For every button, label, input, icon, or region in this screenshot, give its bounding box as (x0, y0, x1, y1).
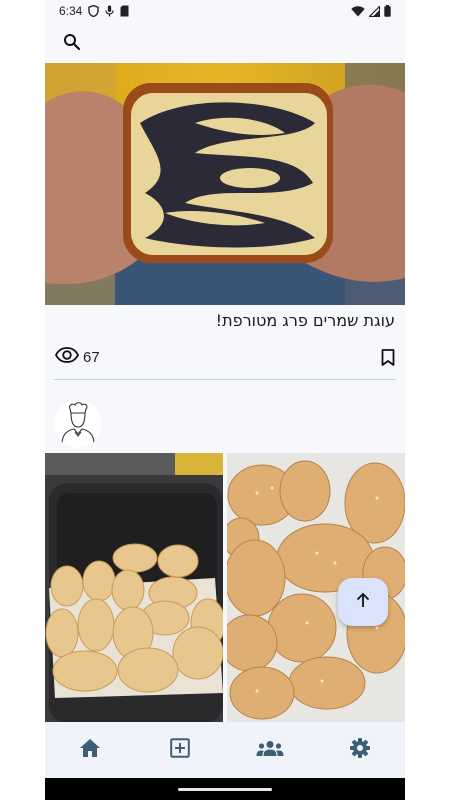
nav-home[interactable] (60, 730, 120, 770)
battery-icon (384, 5, 391, 17)
views-count: 67 (83, 348, 100, 366)
post-title[interactable]: עוגת שמרים פרג מטורפת! (55, 311, 395, 330)
post-photo-airfryer[interactable] (45, 453, 223, 723)
post-image-babka[interactable] (45, 63, 405, 305)
add-box-icon (170, 737, 190, 763)
home-icon (79, 738, 101, 763)
status-left: 6:34 (59, 4, 129, 18)
status-time: 6:34 (59, 4, 83, 18)
search-icon[interactable] (63, 33, 81, 51)
status-bar: 6:34 (45, 0, 405, 22)
post-divider (54, 379, 396, 380)
status-right (351, 5, 391, 17)
shield-icon (88, 5, 100, 17)
chef-avatar-icon[interactable] (54, 400, 102, 448)
mic-icon (105, 5, 114, 17)
wifi-icon (351, 5, 365, 17)
gesture-handle[interactable] (178, 787, 272, 791)
sim-card-icon (120, 5, 129, 17)
arrow-up-icon (355, 592, 371, 613)
nav-add-post[interactable] (150, 730, 210, 770)
settings-icon (350, 737, 370, 763)
gesture-navigation-bar (45, 778, 405, 800)
views-counter: 67 (54, 347, 100, 367)
scroll-to-top-button[interactable] (338, 578, 388, 626)
top-app-bar (45, 22, 405, 62)
bookmark-icon[interactable] (381, 348, 395, 366)
eye-icon (54, 347, 80, 367)
groups-icon (256, 740, 284, 761)
signal-icon (369, 5, 380, 17)
app-screen: 6:34 עוגת שמרים פרג מטורפת! 67 (45, 0, 405, 800)
nav-settings[interactable] (330, 730, 390, 770)
bottom-navigation (45, 722, 405, 778)
post-meta: 67 (45, 343, 405, 371)
nav-community[interactable] (240, 730, 300, 770)
